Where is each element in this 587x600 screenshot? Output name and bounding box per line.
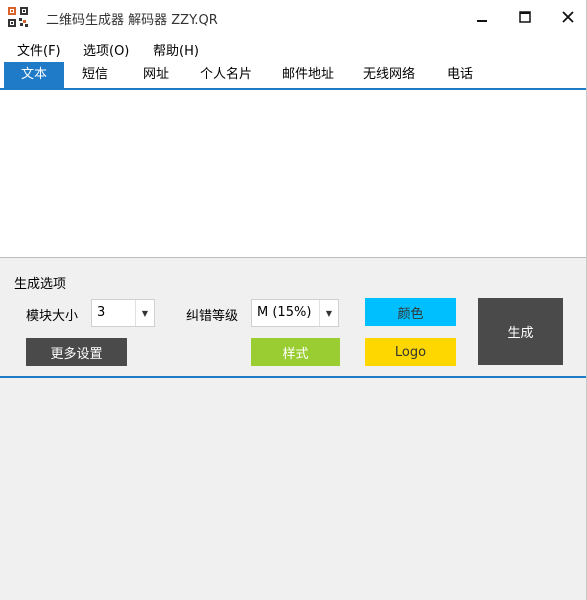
- qr-preview-area: [0, 378, 586, 600]
- close-icon: [562, 11, 574, 23]
- title-bar[interactable]: 二维码生成器 解码器 ZZY.QR: [0, 0, 586, 34]
- generate-button[interactable]: 生成: [478, 298, 563, 365]
- app-window: 二维码生成器 解码器 ZZY.QR 文件(F) 选项(O) 帮助(H) 文本 短…: [0, 0, 587, 600]
- minimize-button[interactable]: [459, 0, 505, 34]
- tab-business-card[interactable]: 个人名片: [190, 62, 262, 88]
- menu-options[interactable]: 选项(O): [83, 40, 129, 59]
- tab-text[interactable]: 文本: [4, 62, 64, 88]
- more-settings-button[interactable]: 更多设置: [26, 338, 127, 366]
- tab-bar: 文本 短信 网址 个人名片 邮件地址 无线网络 电话: [0, 62, 586, 90]
- ecc-level-value: M (15%): [257, 305, 312, 320]
- ecc-level-select[interactable]: M (15%) ▼: [251, 299, 339, 327]
- tab-wifi[interactable]: 无线网络: [353, 62, 425, 88]
- qr-app-icon: [8, 7, 28, 27]
- window-title: 二维码生成器 解码器 ZZY.QR: [46, 13, 218, 28]
- ecc-level-label: 纠错等级: [186, 309, 239, 324]
- options-group-title: 生成选项: [14, 277, 67, 292]
- maximize-button[interactable]: [502, 0, 548, 34]
- minimize-icon: [477, 20, 487, 22]
- menu-help[interactable]: 帮助(H): [153, 40, 199, 59]
- module-size-label: 模块大小: [26, 309, 79, 324]
- chevron-down-icon: ▼: [135, 300, 154, 326]
- style-button[interactable]: 样式: [251, 338, 340, 366]
- tab-phone[interactable]: 电话: [434, 62, 486, 88]
- content-text-input[interactable]: [0, 90, 586, 258]
- generate-options-panel: 生成选项 模块大小 3 ▼ 纠错等级 M (15%) ▼ 更多设置 颜色 样式 …: [0, 258, 586, 378]
- maximize-icon: [519, 11, 531, 23]
- module-size-select[interactable]: 3 ▼: [91, 299, 155, 327]
- color-button[interactable]: 颜色: [365, 298, 456, 326]
- tab-url[interactable]: 网址: [128, 62, 184, 88]
- logo-button[interactable]: Logo: [365, 338, 456, 366]
- menu-bar: 文件(F) 选项(O) 帮助(H): [0, 34, 586, 62]
- menu-file[interactable]: 文件(F): [17, 40, 61, 59]
- tab-email[interactable]: 邮件地址: [272, 62, 344, 88]
- tab-sms[interactable]: 短信: [66, 62, 124, 88]
- close-button[interactable]: [545, 0, 587, 34]
- module-size-value: 3: [97, 305, 106, 320]
- chevron-down-icon: ▼: [319, 300, 338, 326]
